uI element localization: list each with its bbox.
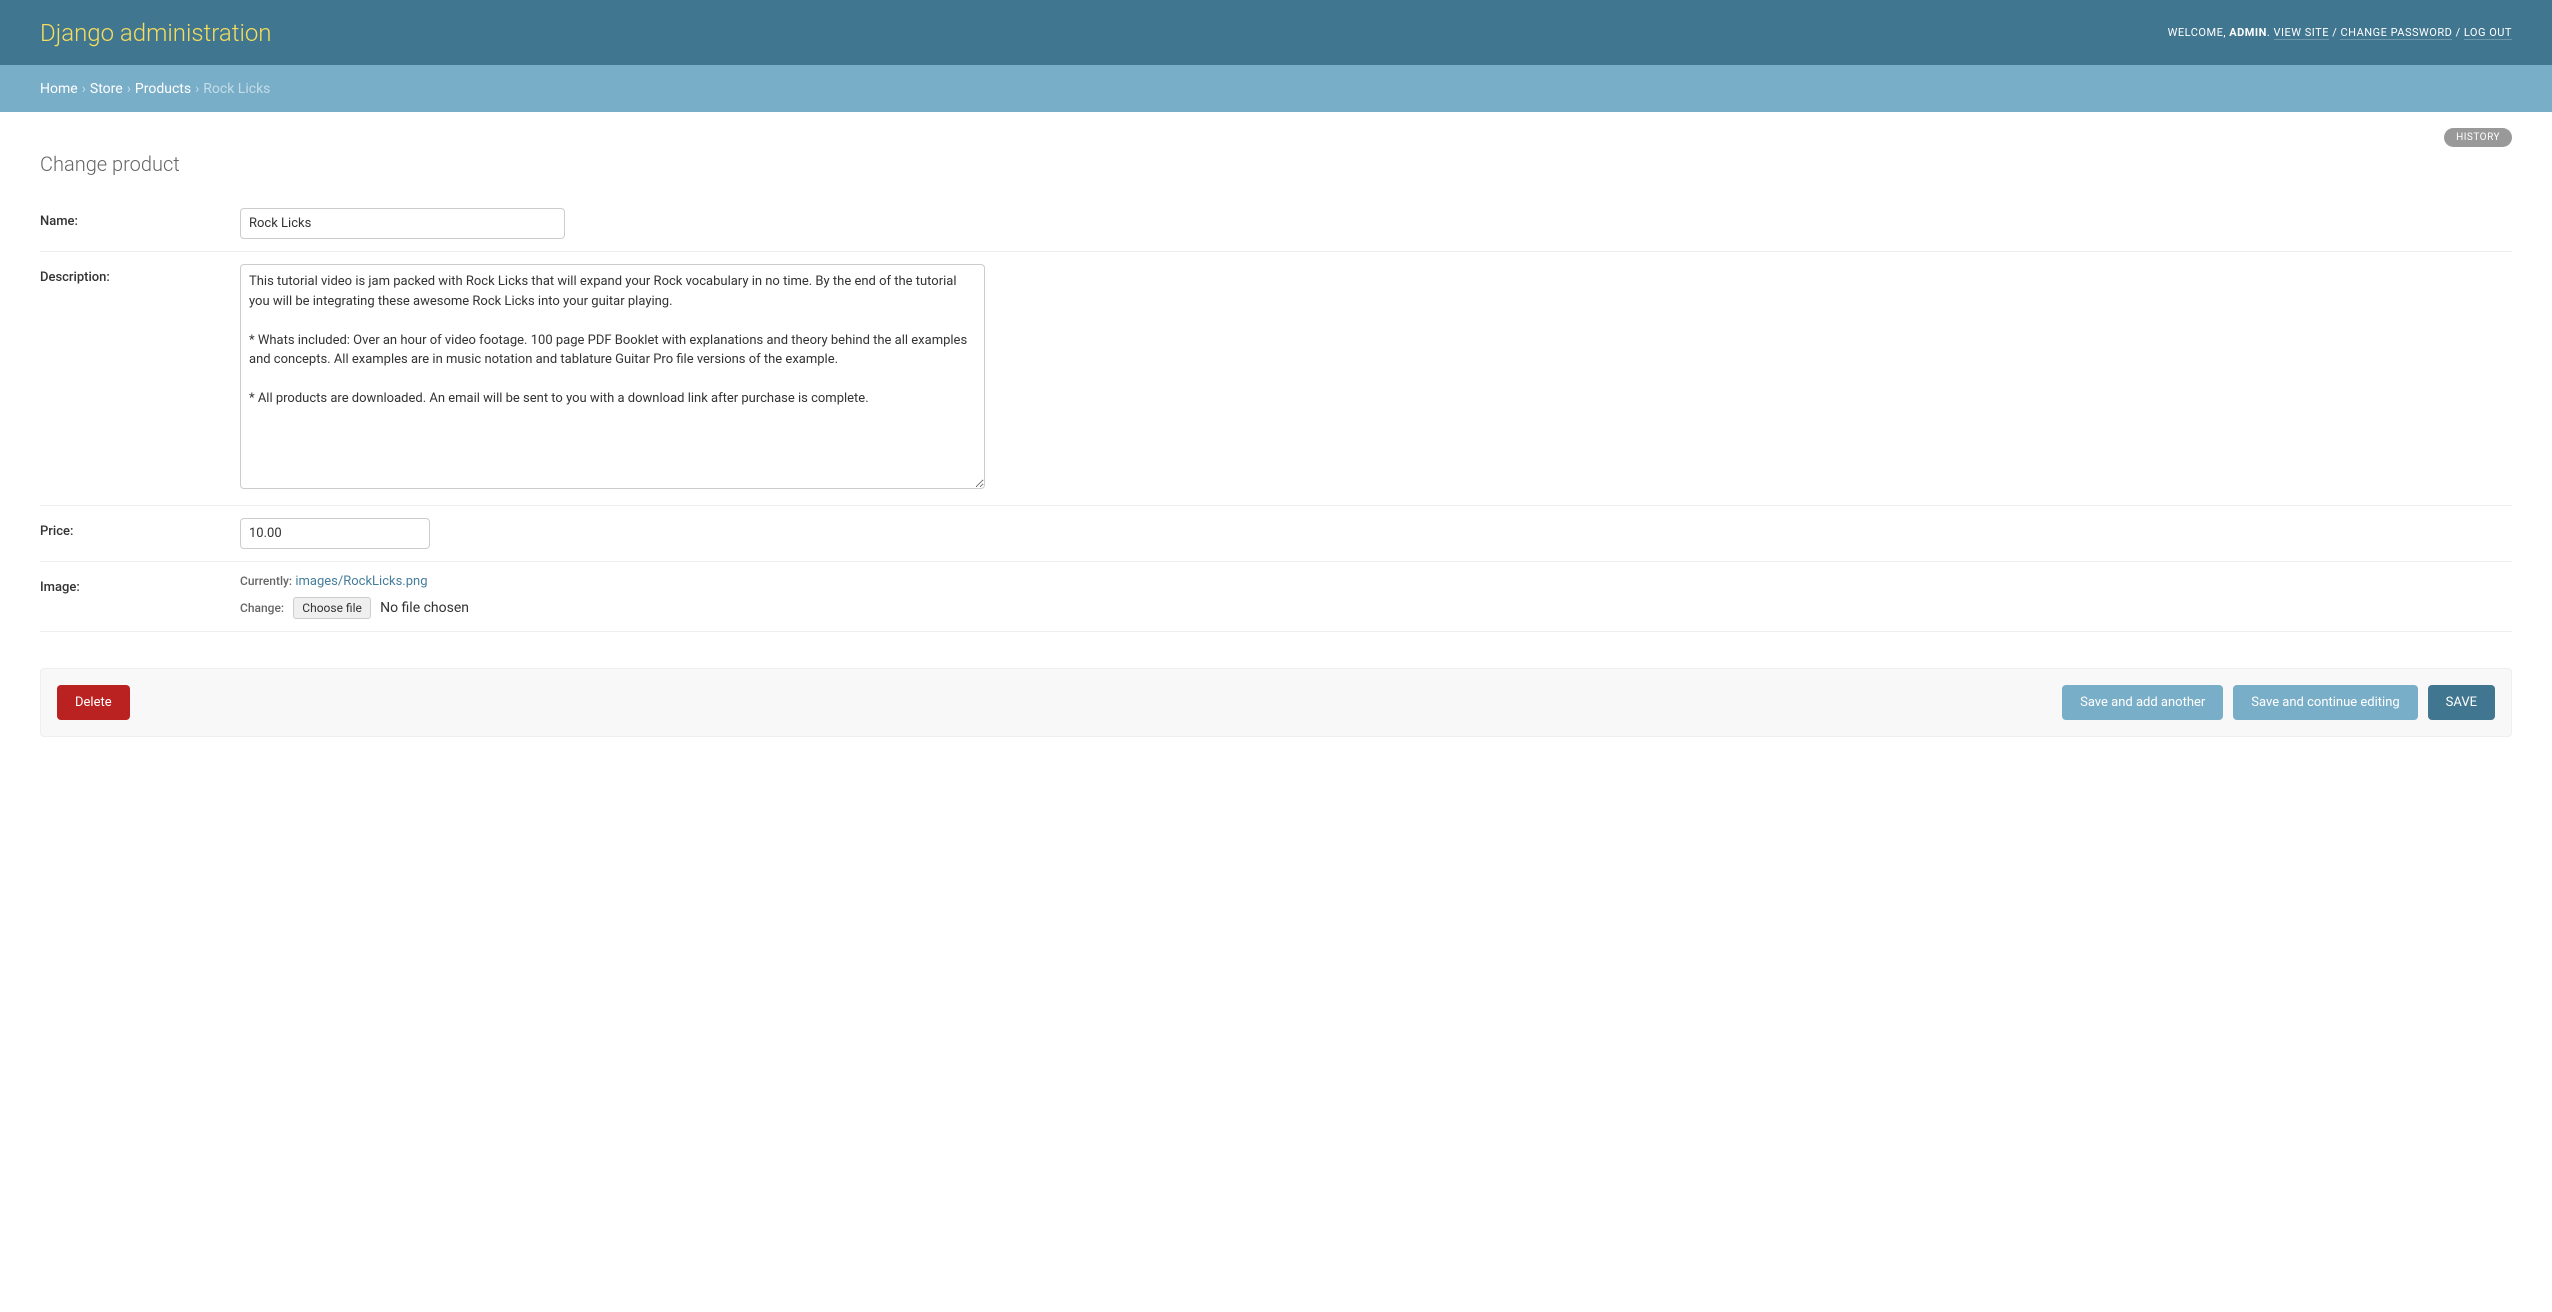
image-label: Image: — [40, 574, 240, 595]
content: HISTORY Change product Name: Description… — [0, 112, 2552, 757]
name-input[interactable] — [240, 208, 565, 239]
breadcrumb-sep: › — [195, 81, 199, 97]
breadcrumb-sep: › — [82, 81, 86, 97]
form-row-description: Description: This tutorial video is jam … — [40, 252, 2512, 506]
page-title: Change product — [40, 152, 2512, 176]
view-site-link[interactable]: VIEW SITE — [2274, 26, 2329, 40]
username: ADMIN — [2229, 26, 2267, 39]
form-row-name: Name: — [40, 196, 2512, 252]
price-label: Price: — [40, 518, 240, 539]
welcome-dot: . — [2267, 26, 2274, 39]
image-currently-label: Currently: — [240, 574, 292, 588]
choose-file-button[interactable]: Choose file — [293, 597, 371, 619]
breadcrumb-store[interactable]: Store — [90, 81, 123, 97]
welcome-text: WELCOME, — [2168, 26, 2230, 39]
breadcrumb-home[interactable]: Home — [40, 81, 78, 97]
user-tools: WELCOME, ADMIN. VIEW SITE / CHANGE PASSW… — [2168, 26, 2512, 39]
header: Django administration WELCOME, ADMIN. VI… — [0, 0, 2552, 65]
form-row-price: Price: — [40, 506, 2512, 562]
breadcrumb-current: Rock Licks — [203, 81, 270, 97]
object-tools: HISTORY — [2444, 128, 2512, 147]
save-add-another-button[interactable] — [2062, 685, 2223, 720]
history-button[interactable]: HISTORY — [2444, 128, 2512, 147]
form-row-image: Image: Currently: images/RockLicks.png C… — [40, 562, 2512, 632]
branding: Django administration — [40, 19, 272, 47]
save-continue-button[interactable] — [2233, 685, 2417, 720]
description-label: Description: — [40, 264, 240, 285]
image-current-file-link[interactable]: images/RockLicks.png — [295, 574, 427, 589]
save-button[interactable] — [2428, 685, 2495, 720]
log-out-link[interactable]: LOG OUT — [2464, 26, 2512, 40]
change-password-link[interactable]: CHANGE PASSWORD — [2340, 26, 2452, 40]
site-title-link[interactable]: Django administration — [40, 19, 272, 47]
price-input[interactable] — [240, 518, 430, 549]
change-form: Name: Description: This tutorial video i… — [40, 196, 2512, 737]
submit-row: Delete — [40, 668, 2512, 737]
breadcrumb-sep: › — [127, 81, 131, 97]
description-textarea[interactable]: This tutorial video is jam packed with R… — [240, 264, 985, 489]
delete-button[interactable]: Delete — [57, 685, 130, 720]
breadcrumb: Home › Store › Products › Rock Licks — [0, 65, 2552, 112]
image-change-label: Change: — [240, 601, 284, 615]
no-file-chosen-text: No file chosen — [380, 600, 469, 616]
name-label: Name: — [40, 208, 240, 229]
user-tools-sep-2: / — [2456, 26, 2464, 39]
breadcrumb-products[interactable]: Products — [135, 81, 191, 97]
